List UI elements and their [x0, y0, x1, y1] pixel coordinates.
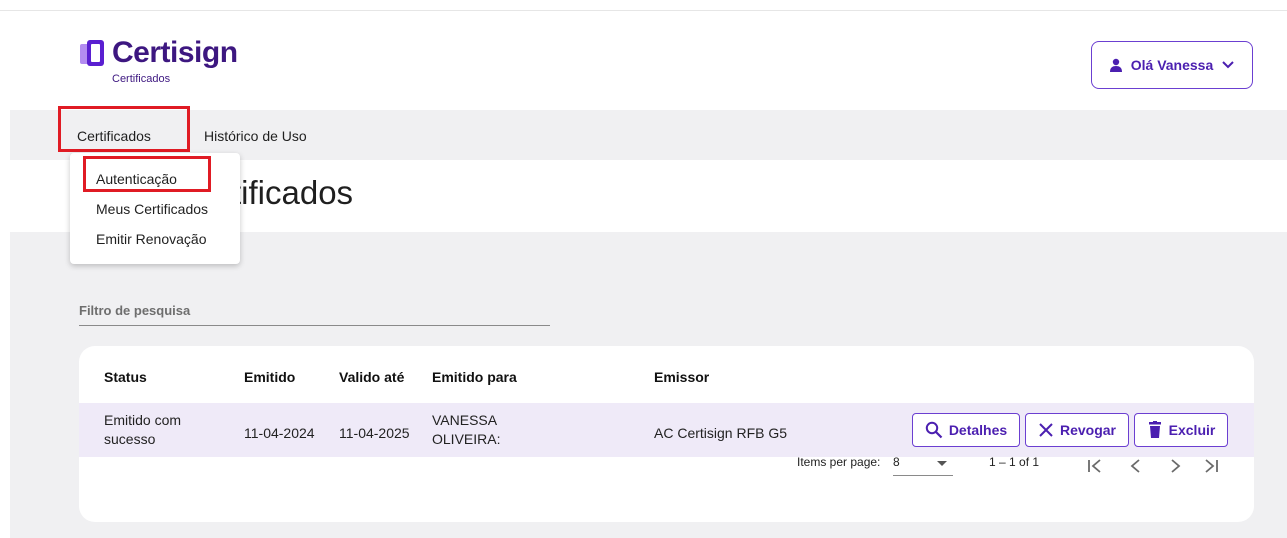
search-icon — [925, 421, 943, 439]
column-header-status[interactable]: Status — [104, 369, 147, 385]
brand-subtitle: Certificados — [112, 73, 171, 85]
highlight-box-autenticacao — [83, 156, 211, 192]
cell-emitido-para: VANESSA OLIVEIRA: — [432, 411, 500, 449]
cell-emitido-para-line1: VANESSA — [432, 412, 498, 428]
prev-page-icon[interactable] — [1129, 458, 1143, 474]
cell-emissor: AC Certisign RFB G5 — [654, 425, 788, 441]
menu-item-emitir-renovacao[interactable]: Emitir Renovação — [96, 231, 207, 247]
trash-icon — [1148, 421, 1161, 438]
column-header-emitido[interactable]: Emitido — [244, 369, 295, 385]
highlight-box-certificados — [58, 106, 190, 152]
user-greeting: Olá Vanessa — [1130, 57, 1214, 73]
cell-status: Emitido com sucesso — [104, 411, 181, 449]
next-page-icon[interactable] — [1168, 458, 1182, 474]
cell-status-line2: sucesso — [104, 431, 156, 447]
user-icon — [1109, 58, 1122, 72]
search-filter-label: Filtro de pesquisa — [79, 303, 191, 318]
column-header-valido-ate[interactable]: Valido até — [339, 369, 404, 385]
detalhes-label: Detalhes — [948, 422, 1008, 438]
search-filter-input[interactable] — [79, 325, 550, 326]
excluir-label: Excluir — [1168, 422, 1216, 438]
revogar-button[interactable]: Revogar — [1025, 413, 1129, 447]
items-per-page-value: 8 — [893, 455, 900, 469]
brand-name: Certisign — [112, 36, 238, 69]
items-per-page-select[interactable]: 8 — [893, 453, 953, 476]
cell-emitido: 11-04-2024 — [244, 425, 315, 441]
last-page-icon[interactable] — [1203, 458, 1219, 474]
dropdown-arrow-icon — [937, 461, 947, 466]
cell-valido-ate: 11-04-2025 — [339, 425, 410, 441]
column-header-emissor[interactable]: Emissor — [654, 369, 709, 385]
excluir-button[interactable]: Excluir — [1134, 413, 1228, 447]
first-page-icon[interactable] — [1087, 458, 1103, 474]
pagination-range: 1 – 1 of 1 — [989, 455, 1040, 469]
menu-item-meus-certificados[interactable]: Meus Certificados — [96, 201, 208, 217]
items-per-page-label: Items per page: — [797, 455, 881, 469]
top-divider — [0, 10, 1287, 11]
page-title: tificados — [232, 174, 354, 211]
column-header-emitido-para[interactable]: Emitido para — [432, 369, 517, 385]
detalhes-button[interactable]: Detalhes — [912, 413, 1020, 447]
cell-status-line1: Emitido com — [104, 412, 182, 428]
nav-item-historico-de-uso[interactable]: Histórico de Uso — [204, 128, 307, 144]
cell-emitido-para-line2: OLIVEIRA: — [432, 431, 501, 447]
user-menu-button[interactable]: Olá Vanessa — [1091, 41, 1253, 89]
chevron-down-icon — [1222, 61, 1234, 69]
certisign-logo-icon — [80, 40, 104, 66]
revogar-label: Revogar — [1059, 422, 1117, 438]
close-icon — [1039, 423, 1053, 437]
